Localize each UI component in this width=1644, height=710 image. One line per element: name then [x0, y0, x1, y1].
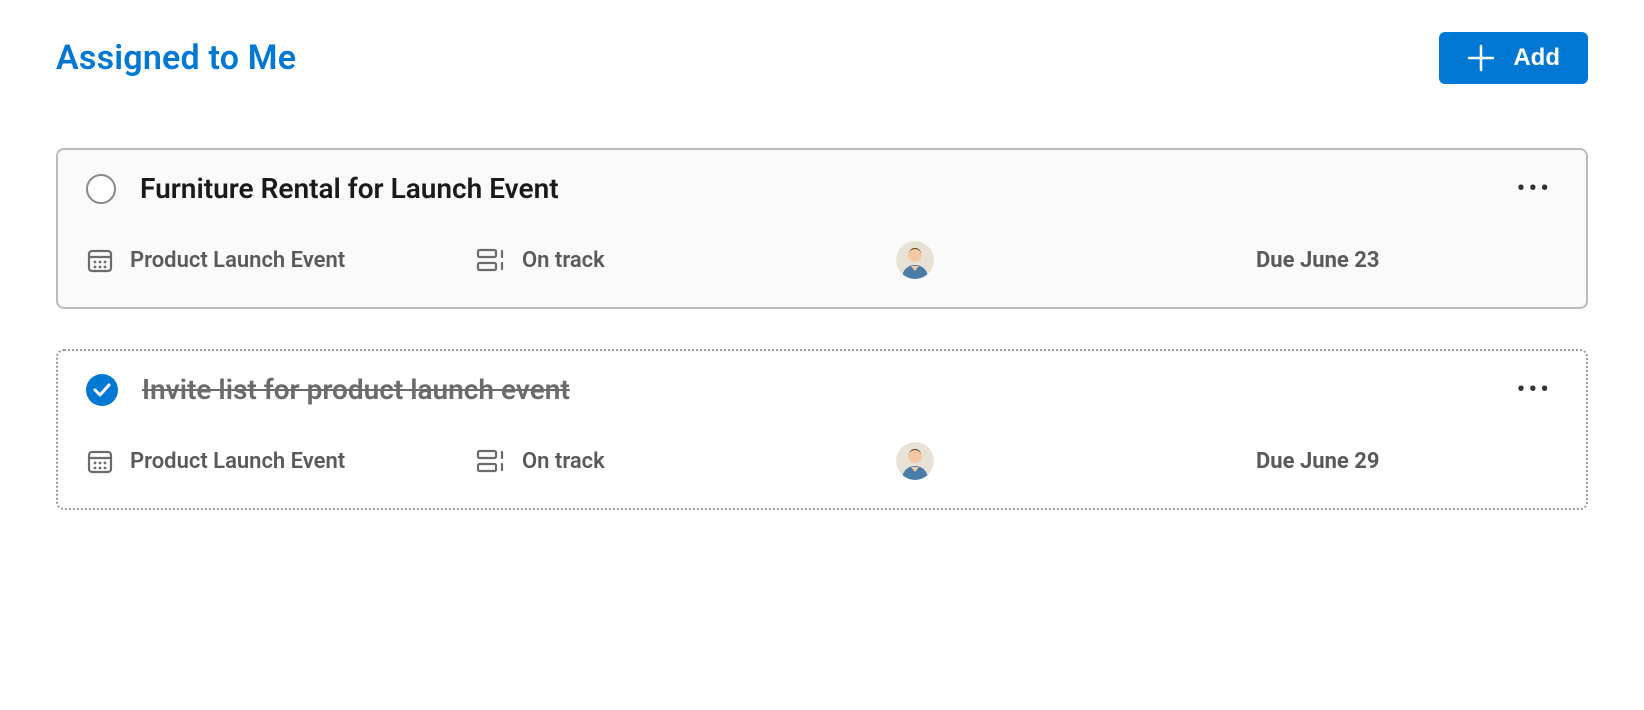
task-due: Due June 23	[1256, 248, 1558, 273]
add-button-label: Add	[1513, 44, 1560, 72]
task-due-label: Due June 29	[1256, 449, 1380, 474]
task-title: Invite list for product launch event	[142, 373, 1487, 406]
task-card[interactable]: Furniture Rental for Launch Event •••	[56, 148, 1588, 309]
task-status: On track	[476, 447, 876, 475]
task-checkbox-empty[interactable]	[86, 174, 116, 204]
task-card[interactable]: Invite list for product launch event •••	[56, 349, 1588, 510]
plus-icon	[1467, 44, 1495, 72]
task-status-label: On track	[522, 248, 605, 273]
calendar-icon	[86, 447, 114, 475]
more-actions-icon[interactable]: •••	[1511, 174, 1558, 204]
avatar	[896, 241, 934, 279]
calendar-icon	[86, 246, 114, 274]
page-title: Assigned to Me	[56, 38, 296, 78]
task-assignee	[896, 241, 1236, 279]
status-icon	[476, 447, 506, 475]
task-assignee	[896, 442, 1236, 480]
more-actions-icon[interactable]: •••	[1511, 375, 1558, 405]
task-title-row: Invite list for product launch event •••	[58, 351, 1586, 414]
task-title: Furniture Rental for Launch Event	[140, 172, 1487, 205]
page-header: Assigned to Me Add	[56, 32, 1588, 84]
avatar	[896, 442, 934, 480]
task-status-label: On track	[522, 449, 605, 474]
task-project: Product Launch Event	[86, 246, 456, 274]
task-title-row: Furniture Rental for Launch Event •••	[58, 150, 1586, 213]
task-due: Due June 29	[1256, 449, 1558, 474]
task-project-label: Product Launch Event	[130, 449, 345, 474]
add-button[interactable]: Add	[1439, 32, 1588, 84]
task-project-label: Product Launch Event	[130, 248, 345, 273]
task-meta-row: Product Launch Event On track	[58, 213, 1586, 307]
task-checkbox-checked[interactable]	[86, 374, 118, 406]
task-meta-row: Product Launch Event On track	[58, 414, 1586, 508]
status-icon	[476, 246, 506, 274]
task-project: Product Launch Event	[86, 447, 456, 475]
task-status: On track	[476, 246, 876, 274]
task-due-label: Due June 23	[1256, 248, 1380, 273]
